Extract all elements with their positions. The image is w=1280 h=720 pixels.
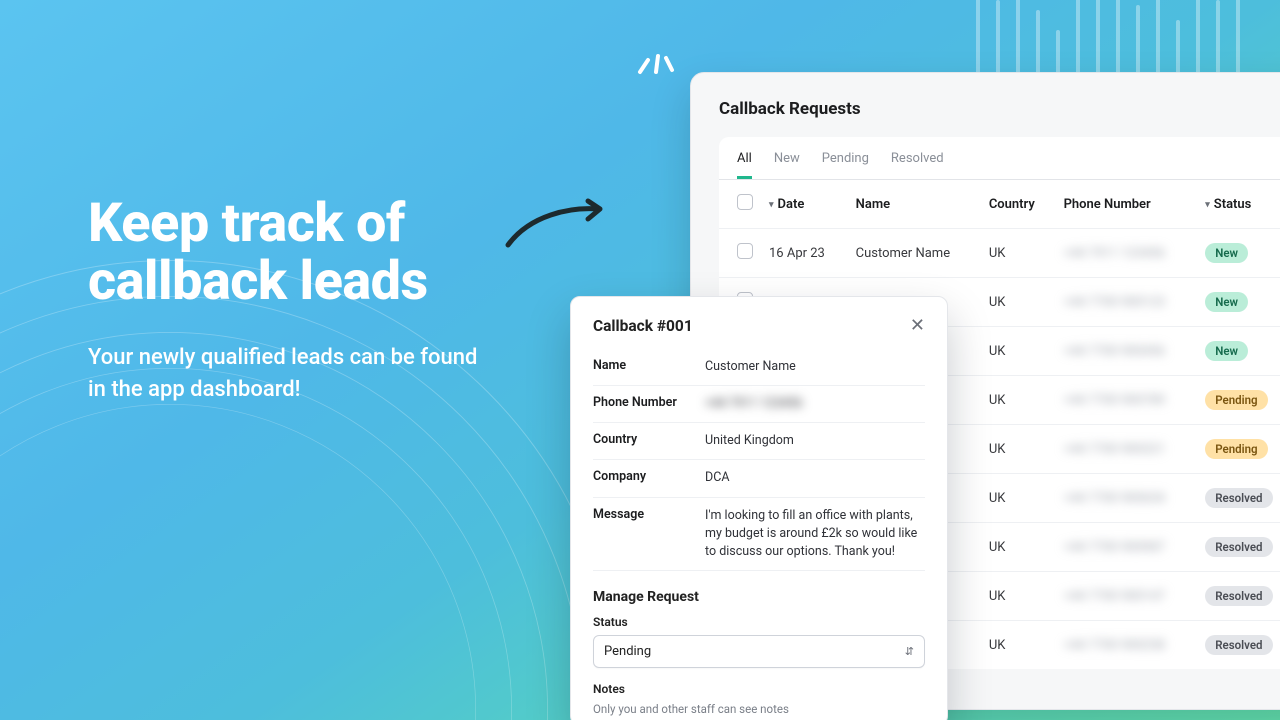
cell-status: Pending	[1197, 376, 1280, 425]
status-select[interactable]: Pending ⇵	[593, 635, 925, 668]
chevron-updown-icon: ⇵	[905, 645, 914, 658]
cell-country: UK	[981, 327, 1056, 376]
manage-request-heading: Manage Request	[593, 589, 925, 605]
panel-title: Callback Requests	[719, 99, 1280, 119]
status-badge: New	[1205, 243, 1248, 263]
col-country[interactable]: Country	[981, 180, 1056, 229]
hero-copy: Keep track of callback leads Your newly …	[88, 195, 488, 405]
cell-phone: +44 7700 900321	[1056, 425, 1198, 474]
sparkle-accent-icon	[634, 38, 678, 82]
status-badge: Pending	[1205, 439, 1267, 459]
value-message: I'm looking to fill an office with plant…	[705, 507, 925, 561]
notes-helper-text: Only you and other staff can see notes	[593, 702, 925, 716]
select-all-checkbox[interactable]	[737, 194, 753, 210]
cell-phone: +44 7700 900258	[1056, 621, 1198, 670]
status-select-value: Pending	[604, 644, 651, 659]
cell-status: Resolved	[1197, 572, 1280, 621]
status-badge: Resolved	[1205, 488, 1272, 508]
label-company: Company	[593, 469, 705, 484]
cell-status: Resolved	[1197, 621, 1280, 670]
cell-country: UK	[981, 278, 1056, 327]
cell-status: Resolved	[1197, 474, 1280, 523]
cell-phone: +44 7911 123456	[1056, 229, 1198, 278]
table-header-row: ▾Date Name Country Phone Number ▾Status …	[719, 180, 1280, 229]
callback-detail-card: Callback #001 ✕ Name Customer Name Phone…	[570, 296, 948, 720]
tab-pending[interactable]: Pending	[822, 151, 869, 179]
status-tabs: All New Pending Resolved	[719, 137, 1280, 180]
status-badge: Pending	[1205, 390, 1267, 410]
label-message: Message	[593, 507, 705, 522]
status-badge: Resolved	[1205, 537, 1272, 557]
hero-subtitle: Your newly qualified leads can be found …	[88, 342, 488, 406]
row-checkbox[interactable]	[737, 243, 753, 259]
status-badge: New	[1205, 292, 1248, 312]
tab-all[interactable]: All	[737, 151, 752, 179]
cell-phone: +44 7700 900123	[1056, 278, 1198, 327]
tab-new[interactable]: New	[774, 151, 800, 179]
cell-country: UK	[981, 425, 1056, 474]
status-field-label: Status	[593, 615, 925, 629]
cell-name: Customer Name	[848, 229, 981, 278]
hero-title: Keep track of callback leads	[88, 195, 488, 312]
cell-phone: +44 7700 900789	[1056, 376, 1198, 425]
tab-resolved[interactable]: Resolved	[891, 151, 944, 179]
cell-status: New	[1197, 278, 1280, 327]
status-badge: New	[1205, 341, 1248, 361]
col-phone[interactable]: Phone Number	[1056, 180, 1198, 229]
close-icon[interactable]: ✕	[910, 317, 925, 335]
cell-phone: +44 7700 900456	[1056, 327, 1198, 376]
cell-phone: +44 7700 900654	[1056, 474, 1198, 523]
status-badge: Resolved	[1205, 635, 1272, 655]
cell-phone: +44 7700 900147	[1056, 572, 1198, 621]
label-country: Country	[593, 432, 705, 447]
cell-country: UK	[981, 621, 1056, 670]
cell-phone: +44 7700 900987	[1056, 523, 1198, 572]
cell-country: UK	[981, 376, 1056, 425]
value-company: DCA	[705, 469, 925, 487]
col-date[interactable]: ▾Date	[761, 180, 848, 229]
notes-field-label: Notes	[593, 682, 925, 696]
detail-title: Callback #001	[593, 317, 693, 335]
cell-country: UK	[981, 474, 1056, 523]
col-name[interactable]: Name	[848, 180, 981, 229]
cell-country: UK	[981, 572, 1056, 621]
cell-country: UK	[981, 523, 1056, 572]
cell-date: 16 Apr 23	[761, 229, 848, 278]
value-name: Customer Name	[705, 358, 925, 376]
cell-status: Pending	[1197, 425, 1280, 474]
cell-country: UK	[981, 229, 1056, 278]
arrow-icon	[500, 195, 610, 259]
value-country: United Kingdom	[705, 432, 925, 450]
table-row[interactable]: 16 Apr 23Customer NameUK+44 7911 123456 N…	[719, 229, 1280, 278]
col-status[interactable]: ▾Status	[1197, 180, 1280, 229]
status-badge: Resolved	[1205, 586, 1272, 606]
label-name: Name	[593, 358, 705, 373]
cell-status: New	[1197, 229, 1280, 278]
label-phone: Phone Number	[593, 395, 705, 410]
value-phone: +44 7911 123456	[705, 395, 925, 413]
cell-status: Resolved	[1197, 523, 1280, 572]
cell-status: New	[1197, 327, 1280, 376]
